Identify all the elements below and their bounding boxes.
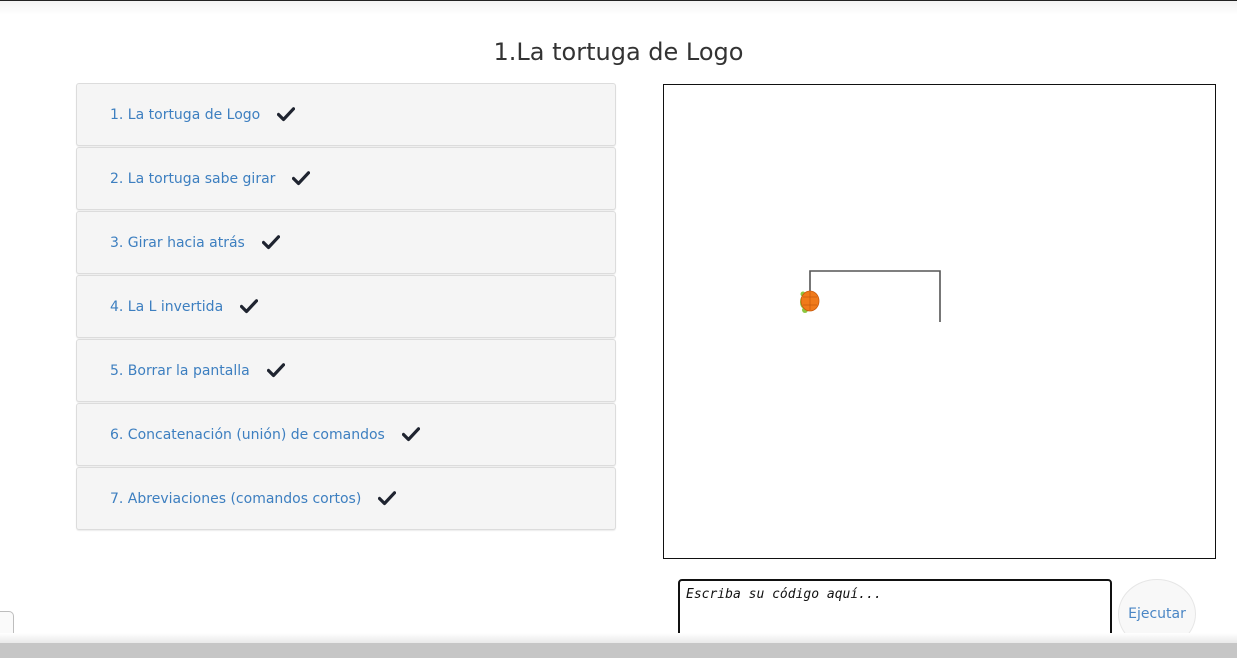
lesson-item-7[interactable]: 7. Abreviaciones (comandos cortos) [76,467,616,530]
lesson-link[interactable]: 5. Borrar la pantalla [110,362,250,380]
lesson-link[interactable]: 7. Abreviaciones (comandos cortos) [110,490,361,508]
lesson-item-5[interactable]: 5. Borrar la pantalla [76,339,616,402]
turtle-icon [800,290,820,313]
turtle-canvas [663,84,1216,559]
lesson-link[interactable]: 3. Girar hacia atrás [110,234,245,252]
turtle-path [809,270,941,322]
checkmark-icon [292,171,311,186]
lesson-item-2[interactable]: 2. La tortuga sabe girar [76,147,616,210]
checkmark-icon [378,491,397,506]
lesson-link[interactable]: 4. La L invertida [110,298,223,316]
lesson-item-4[interactable]: 4. La L invertida [76,275,616,338]
turtle-drawing [800,270,941,322]
lesson-item-3[interactable]: 3. Girar hacia atrás [76,211,616,274]
lesson-list: 1. La tortuga de Logo 2. La tortuga sabe… [76,83,616,531]
header-shadow [0,1,1237,15]
bottom-tab-handle[interactable] [0,611,14,635]
page-title: 1.La tortuga de Logo [493,38,744,66]
lesson-item-6[interactable]: 6. Concatenación (unión) de comandos [76,403,616,466]
lesson-link[interactable]: 2. La tortuga sabe girar [110,170,275,188]
lesson-link[interactable]: 6. Concatenación (unión) de comandos [110,426,385,444]
checkmark-icon [277,107,296,122]
lesson-item-1[interactable]: 1. La tortuga de Logo [76,83,616,146]
horizontal-scrollbar[interactable] [0,643,1237,658]
checkmark-icon [261,235,280,250]
checkmark-icon [240,299,259,314]
checkmark-icon [401,427,420,442]
checkmark-icon [266,363,285,378]
footer-shadow [0,633,1237,643]
lesson-link[interactable]: 1. La tortuga de Logo [110,106,260,124]
